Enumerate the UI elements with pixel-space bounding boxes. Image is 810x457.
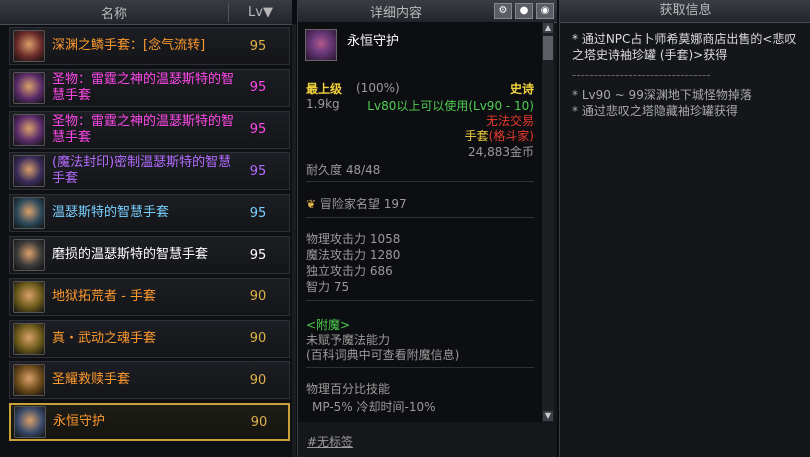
list-item[interactable]: 圣耀救赎手套 90 [9, 361, 290, 400]
scroll-thumb[interactable] [543, 36, 553, 60]
item-tooltip: 永恒守护 最上级 (100%) 史诗 1.9kg Lv80以上可以使用(Lv90… [298, 22, 542, 422]
item-level: 95 [249, 163, 267, 179]
fame-icon: ❦ [306, 197, 317, 211]
item-name: 磨损的温瑟斯特的智慧手套 [52, 247, 209, 262]
gauntlet-icon [13, 280, 45, 313]
acquisition-header: 获取信息 [560, 0, 810, 23]
item-level: 95 [249, 122, 267, 138]
sort-by-level[interactable]: Lv▼ [229, 5, 292, 20]
price: 24,883金币 [468, 145, 534, 159]
item-name: 深渊之鳞手套：[念气流转] [52, 38, 206, 53]
divider [306, 367, 534, 368]
stat-line: 物理攻击力 1058 [306, 232, 401, 246]
acquisition-divider: -------------------------------- [572, 68, 711, 82]
item-level: 95 [249, 205, 267, 221]
acquisition-source: * Lv90 ~ 99深渊地下城怪物掉落 [572, 88, 752, 102]
divider [306, 181, 534, 182]
gauntlet-icon [13, 113, 45, 146]
item-name: (魔法封印)密制温瑟斯特的智慧手套 [52, 155, 232, 187]
sort-by-name[interactable]: 名称 [0, 2, 229, 22]
item-name: 真・武动之魂手套 [52, 330, 157, 346]
gauntlet-icon [13, 364, 45, 397]
grade-label: 最上级 [306, 82, 343, 96]
acquisition-main: * 通过NPC占卜师希莫娜商店出售的<悲叹之塔史诗袖珍罐 (手套)>获得 [572, 32, 797, 62]
detail-panel: 详细内容 ⚙ ● ◉ 永恒守护 最上级 (100%) 史诗 1.9kg Lv80… [297, 0, 557, 457]
gauntlet-icon [13, 71, 45, 104]
tag-bar: #无标签 [298, 425, 554, 457]
slot-type: 手套 [464, 129, 489, 143]
item-list-panel: 名称 Lv▼ 深渊之鳞手套：[念气流转] 95 圣物：雷霆之神的温瑟斯特的智慧手套 9… [0, 0, 292, 457]
list-item[interactable]: (魔法封印)密制温瑟斯特的智慧手套 95 [9, 152, 290, 191]
list-item[interactable]: 真・武动之魂手套 90 [9, 319, 290, 358]
skill-header: 物理百分比技能 [306, 382, 391, 396]
pin-icon[interactable]: ● [515, 3, 533, 19]
item-name: 圣耀救赎手套 [52, 372, 131, 388]
acquisition-panel: 获取信息 * 通过NPC占卜师希莫娜商店出售的<悲叹之塔史诗袖珍罐 (手套)>获… [559, 0, 810, 457]
list-item[interactable]: 圣物：雷霆之神的温瑟斯特的智慧手套 95 [9, 68, 290, 107]
item-name: 地狱拓荒者 - 手套 [52, 288, 156, 304]
enchant-line: (百科词典中可查看附魔信息) [306, 348, 460, 362]
gauntlet-icon [13, 239, 45, 271]
eye-icon[interactable]: ◉ [536, 3, 554, 19]
rarity: 史诗 [509, 82, 534, 96]
item-name: 永恒守护 [53, 414, 106, 430]
stat-line: 独立攻击力 686 [306, 264, 393, 278]
item-level: 90 [249, 331, 267, 347]
gauntlet-icon [14, 406, 46, 439]
item-level: 95 [249, 247, 267, 263]
acquisition-source: * 通过悲叹之塔隐藏袖珍罐获得 [572, 104, 738, 118]
detail-title: 详细内容 [369, 5, 422, 21]
item-name: 圣物：雷霆之神的温瑟斯特的智慧手套 [52, 71, 235, 103]
item-level: 95 [249, 80, 267, 96]
job-restriction: (格斗家) [488, 129, 534, 143]
item-level: 95 [249, 38, 267, 54]
gauntlet-icon [13, 155, 45, 188]
stats-list: 物理攻击力 1058 魔法攻击力 1280 独立攻击力 686 智力 75 [306, 231, 400, 295]
item-name: 温瑟斯特的智慧手套 [52, 205, 170, 221]
list-item[interactable]: 地狱拓荒者 - 手套 90 [9, 277, 290, 316]
item-name: 圣物：雷霆之神的温瑟斯特的智慧手套 [52, 113, 235, 145]
gauntlet-icon [13, 30, 45, 62]
list-item[interactable]: 圣物：雷霆之神的温瑟斯特的智慧手套 95 [9, 110, 290, 149]
item-title: 永恒守护 [347, 34, 400, 49]
list-item[interactable]: 磨损的温瑟斯特的智慧手套 95 [9, 236, 290, 274]
item-level: 90 [250, 414, 268, 430]
tag-link[interactable]: #无标签 [307, 433, 353, 450]
gauntlet-icon [13, 322, 45, 355]
fame-value: 冒险家名望 197 [319, 197, 407, 211]
stat-line: 智力 75 [306, 280, 350, 294]
item-level: 90 [249, 289, 267, 305]
grade-pct: (100%) [356, 81, 400, 95]
fame-row: ❦ 冒险家名望 197 [306, 195, 407, 212]
item-level: 90 [249, 372, 267, 388]
skill-line: MP-5% 冷却时间-10% [312, 400, 436, 414]
detail-header: 详细内容 ⚙ ● ◉ [298, 0, 557, 23]
weight: 1.9kg [306, 97, 340, 111]
acquisition-body: * 通过NPC占卜师希莫娜商店出售的<悲叹之塔史诗袖珍罐 (手套)>获得 ---… [560, 23, 810, 127]
detail-scrollbar[interactable]: ▲ ▼ [542, 22, 554, 422]
scroll-up-icon[interactable]: ▲ [543, 23, 553, 33]
list-header: 名称 Lv▼ [0, 0, 292, 25]
stat-line: 魔法攻击力 1280 [306, 248, 401, 262]
compare-icon[interactable]: ⚙ [494, 3, 512, 19]
list-item[interactable]: 温瑟斯特的智慧手套 95 [9, 194, 290, 233]
list-item[interactable]: 深渊之鳞手套：[念气流转] 95 [9, 27, 290, 65]
gauntlet-icon [13, 197, 45, 230]
list-item[interactable]: 永恒守护 90 [9, 403, 290, 442]
divider [306, 300, 534, 301]
divider [306, 217, 534, 218]
list-scrollbar[interactable] [292, 24, 296, 457]
durability: 耐久度 48/48 [306, 163, 381, 177]
scroll-down-icon[interactable]: ▼ [543, 411, 553, 421]
slot-info: 手套(格斗家) [465, 127, 534, 144]
item-icon [305, 29, 337, 61]
